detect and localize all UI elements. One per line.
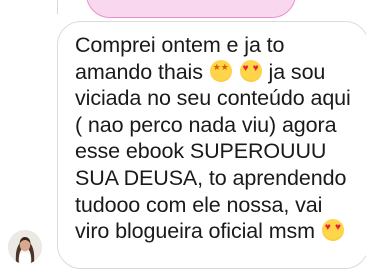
avatar-photo-icon bbox=[8, 230, 42, 264]
message-line-2: amando thais bbox=[75, 59, 203, 84]
divider bbox=[57, 0, 58, 14]
dm-conversation-screen: Comprei ontem e ja to amando thais ja so… bbox=[0, 0, 366, 271]
message-line-4: ( nao perco nada viu) agora bbox=[75, 112, 337, 137]
message-line-7: tudooo com ele nossa, vai bbox=[75, 192, 323, 217]
message-line-6: SUA DEUSA, to aprendendo bbox=[75, 165, 347, 190]
heart-eyes-emoji-icon bbox=[321, 219, 344, 242]
message-line-3: viciada no seu conteúdo aqui bbox=[75, 86, 351, 111]
message-line-5: esse ebook SUPEROUUU bbox=[75, 139, 327, 164]
message-text: Comprei ontem e ja to amando thais ja so… bbox=[75, 32, 358, 245]
previous-message-bubble[interactable] bbox=[86, 0, 296, 18]
message-line-2b: ja sou bbox=[268, 59, 326, 84]
received-message-bubble[interactable]: Comprei ontem e ja to amando thais ja so… bbox=[57, 21, 366, 269]
star-struck-emoji-icon bbox=[209, 59, 232, 82]
heart-eyes-emoji-icon bbox=[239, 59, 262, 82]
message-line-1: Comprei ontem e ja to bbox=[75, 33, 285, 57]
sender-avatar[interactable] bbox=[8, 230, 42, 264]
message-line-8: viro blogueira oficial msm bbox=[75, 219, 315, 244]
